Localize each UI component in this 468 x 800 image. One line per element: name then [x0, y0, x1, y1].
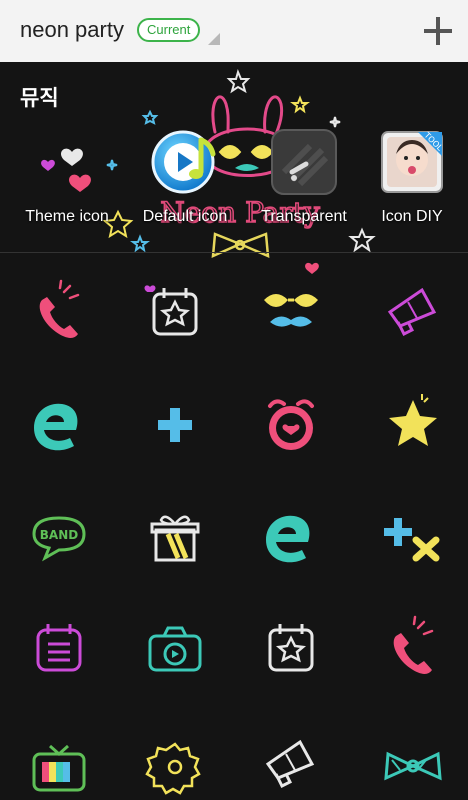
gift-icon[interactable]	[140, 502, 210, 572]
tile-label: Transparent	[261, 208, 347, 225]
calendar-star-icon[interactable]	[256, 614, 326, 684]
plus-x-icon[interactable]	[378, 502, 448, 572]
camera-icon[interactable]	[140, 614, 210, 684]
tile-label: Default icon	[142, 208, 228, 225]
icon-diy-tile[interactable]: TOOL Icon DIY	[352, 128, 468, 228]
megaphone-icon[interactable]	[256, 730, 326, 800]
divider	[0, 252, 468, 253]
section-title: 뮤직	[20, 86, 59, 110]
tv-icon[interactable]	[24, 730, 94, 800]
alarm-clock-icon[interactable]	[256, 390, 326, 460]
add-icon[interactable]	[424, 17, 452, 45]
megaphone-icon[interactable]	[378, 278, 448, 348]
star-icon[interactable]	[378, 390, 448, 460]
plus-icon[interactable]	[140, 390, 210, 460]
default-icon-tile[interactable]: Default icon	[125, 128, 245, 228]
top-bar: neon party Current	[0, 0, 468, 62]
tile-label: Theme icon	[25, 208, 109, 225]
band-chat-icon[interactable]: BAND	[24, 502, 94, 572]
transparent-icon	[271, 129, 337, 195]
dropdown-corner-icon[interactable]	[208, 33, 220, 45]
phone-icon[interactable]	[24, 278, 94, 348]
settings-gear-icon[interactable]	[140, 730, 210, 800]
transparent-tile[interactable]: Transparent	[244, 128, 364, 228]
bow-icon[interactable]	[378, 730, 448, 800]
music-player-icon	[151, 130, 216, 194]
theme-name[interactable]: neon party	[20, 17, 124, 43]
tile-label: Icon DIY	[381, 208, 443, 225]
sunglasses-mustache-icon[interactable]	[256, 278, 326, 348]
calendar-star-icon[interactable]	[140, 278, 210, 348]
svg-text:BAND: BAND	[40, 528, 78, 542]
internet-e-icon[interactable]	[256, 502, 326, 572]
internet-e-icon[interactable]	[24, 390, 94, 460]
icon-diy-icon: TOOL	[381, 130, 445, 193]
phone-icon[interactable]	[378, 614, 448, 684]
notes-icon[interactable]	[24, 614, 94, 684]
current-badge: Current	[137, 18, 201, 42]
theme-icon-tile[interactable]: Theme icon	[7, 128, 127, 228]
